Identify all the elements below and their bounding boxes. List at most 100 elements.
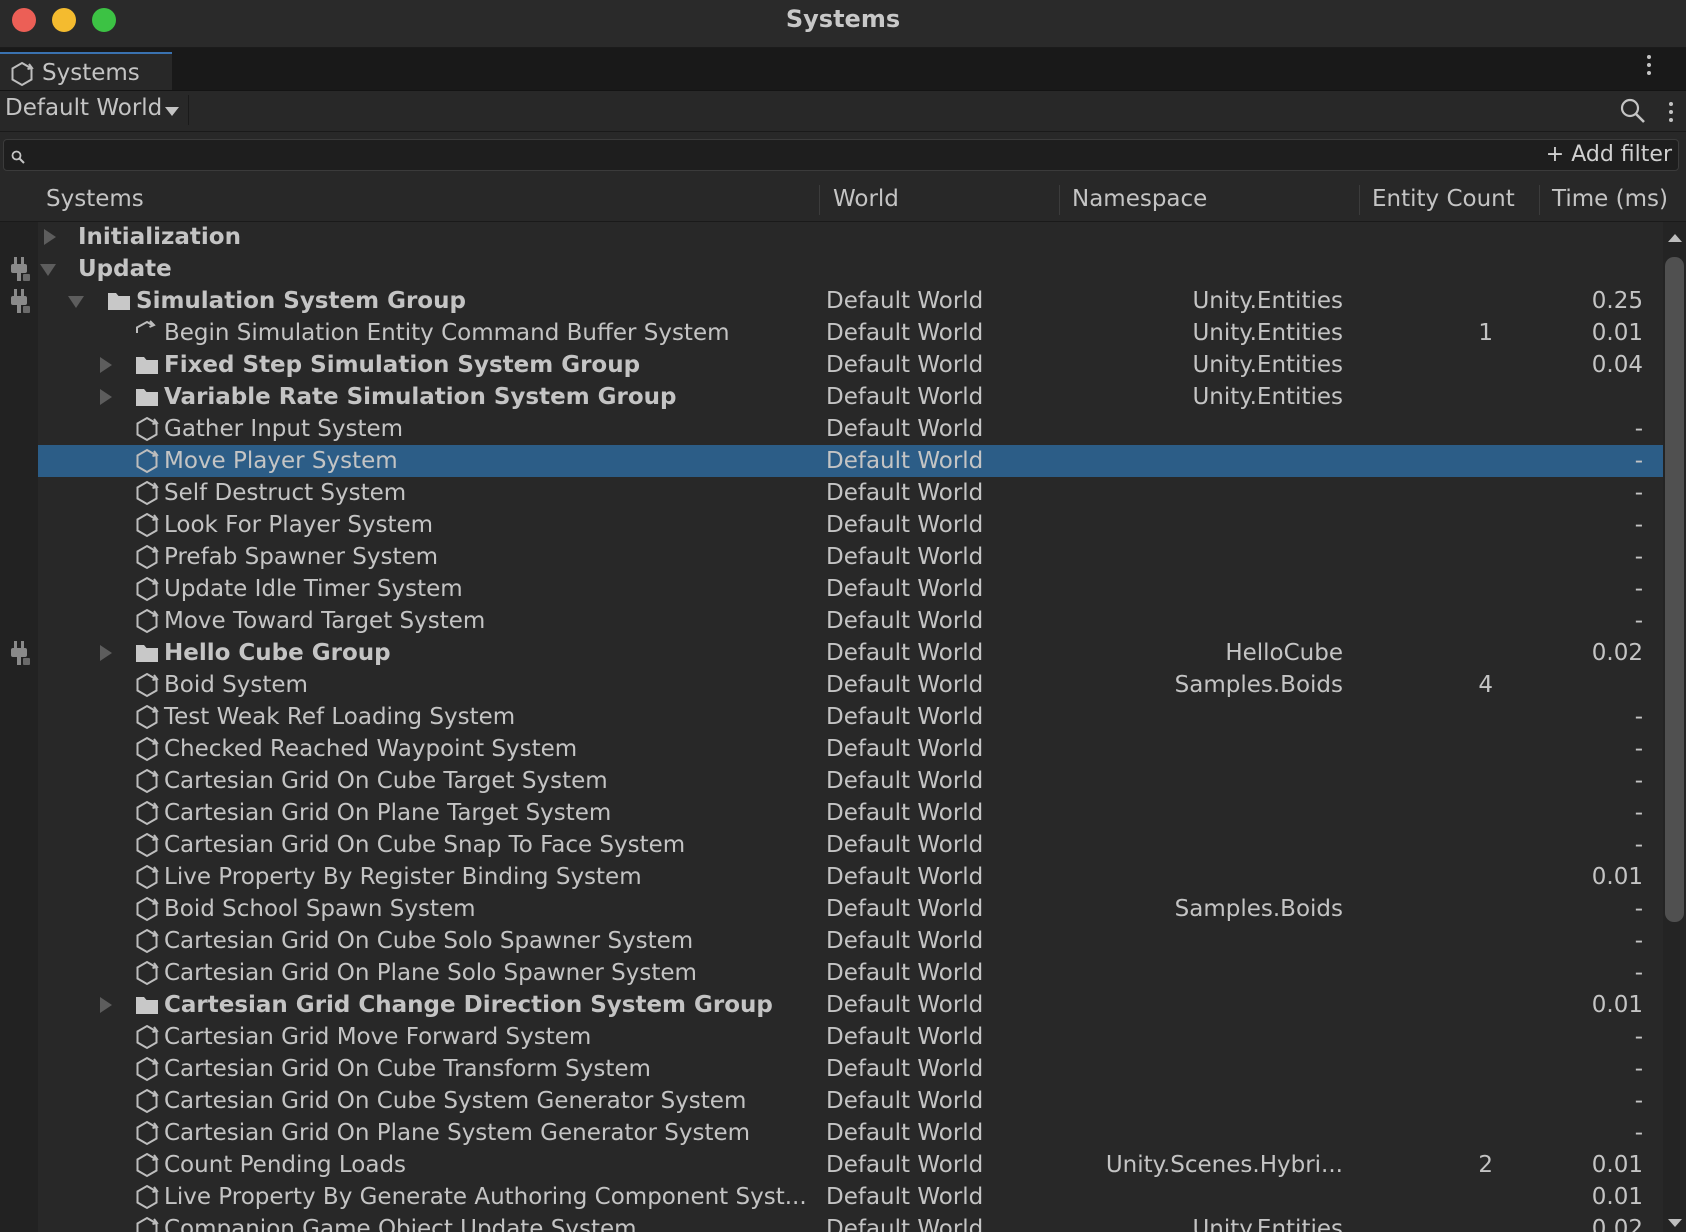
tree-row[interactable]: Live Property By Register Binding System… [38,861,1663,893]
world-cell: Default World [826,480,984,506]
tree-row[interactable]: Cartesian Grid Change Direction System G… [38,989,1663,1021]
column-divider[interactable] [819,185,820,215]
search-filter-field[interactable]: + Add filter [3,139,1679,171]
tree-row[interactable]: Hello Cube Group Default World HelloCube 0.… [38,637,1663,669]
systems-window: Systems Systems Default World + Add filt… [0,0,1686,1232]
world-cell: Default World [826,736,984,762]
plug-icon[interactable] [10,289,30,319]
world-cell: Default World [826,896,984,922]
time-cell: 0.04 [1591,352,1643,378]
tree-row[interactable]: Cartesian Grid On Cube Snap To Face Syst… [38,829,1663,861]
system-cycle-icon [134,1184,160,1210]
system-cycle-icon [134,672,160,698]
system-name: Prefab Spawner System [164,544,439,570]
expand-arrow-right-icon[interactable] [96,637,114,669]
scroll-up-icon[interactable] [1668,234,1682,242]
tree-row[interactable]: Update Idle Timer System Default World - [38,573,1663,605]
tree-row[interactable]: Initialization [38,221,1663,253]
column-divider[interactable] [1059,185,1060,215]
vertical-scrollbar[interactable] [1663,222,1686,1232]
toolbar-menu-kebab-icon[interactable] [1669,102,1673,122]
system-name: Cartesian Grid On Plane Solo Spawner Sys… [164,960,697,986]
tree-row[interactable]: Move Toward Target System Default World - [38,605,1663,637]
search-icon[interactable] [1619,97,1647,129]
expand-arrow-down-icon[interactable] [40,253,58,285]
expand-arrow-right-icon[interactable] [96,349,114,381]
system-cycle-icon [134,1152,160,1178]
tree-row[interactable]: Cartesian Grid On Cube Transform System D… [38,1053,1663,1085]
tree-row[interactable]: Begin Simulation Entity Command Buffer S… [38,317,1663,349]
system-name: Checked Reached Waypoint System [164,736,578,762]
time-cell: - [1634,736,1643,762]
time-cell: - [1634,832,1643,858]
expand-arrow-right-icon[interactable] [40,221,58,253]
tab-menu-kebab-icon[interactable] [1647,55,1651,75]
world-cell: Default World [826,1088,984,1114]
time-cell: 0.02 [1591,640,1643,666]
system-cycle-icon [134,544,160,570]
tree-row[interactable]: Self Destruct System Default World - [38,477,1663,509]
time-cell: 0.25 [1591,288,1643,314]
tree-row[interactable]: Variable Rate Simulation System Group Def… [38,381,1663,413]
time-cell: - [1634,800,1643,826]
expand-arrow-right-icon[interactable] [96,381,114,413]
column-header-entity-count[interactable]: Entity Count [1372,186,1515,212]
tree-row[interactable]: Simulation System Group Default World Unit… [38,285,1663,317]
tree-row-selected[interactable]: Move Player System Default World - [38,445,1663,477]
tree-row[interactable]: Test Weak Ref Loading System Default Worl… [38,701,1663,733]
world-cell: Default World [826,512,984,538]
column-divider[interactable] [1359,185,1360,215]
tree-row[interactable]: Cartesian Grid On Cube Solo Spawner Syst… [38,925,1663,957]
tree-row[interactable]: Checked Reached Waypoint System Default W… [38,733,1663,765]
time-cell: - [1634,448,1643,474]
plug-icon[interactable] [10,641,30,671]
scrollbar-thumb[interactable] [1665,257,1684,922]
scroll-down-icon[interactable] [1668,1219,1682,1227]
window-title: Systems [785,5,901,33]
column-header-world[interactable]: World [833,186,899,212]
column-header-systems[interactable]: Systems [46,186,144,212]
system-name: Cartesian Grid On Cube Transform System [164,1056,651,1082]
tree-row[interactable]: Cartesian Grid On Plane Solo Spawner Sys… [38,957,1663,989]
tree-row[interactable]: Boid School Spawn System Default World Sam… [38,893,1663,925]
tree-row[interactable]: Gather Input System Default World - [38,413,1663,445]
tree-row[interactable]: Update [38,253,1663,285]
title-bar: Systems [0,0,1686,48]
tree-row[interactable]: Companion Game Object Update System Defau… [38,1213,1663,1232]
world-cell: Default World [826,928,984,954]
world-cell: Default World [826,1184,984,1210]
system-cycle-icon [134,768,160,794]
plug-icon[interactable] [10,257,30,287]
column-header-row: Systems World Namespace Entity Count Tim… [0,180,1686,222]
world-cell: Default World [826,448,984,474]
tree-row[interactable]: Count Pending Loads Default World Unity.Sc… [38,1149,1663,1181]
tree-row[interactable]: Cartesian Grid Move Forward System Defaul… [38,1021,1663,1053]
column-divider[interactable] [1539,185,1540,215]
world-cell: Default World [826,992,984,1018]
tab-systems[interactable]: Systems [0,52,172,90]
tree-row[interactable]: Fixed Step Simulation System Group Defaul… [38,349,1663,381]
tree-row[interactable]: Boid System Default World Samples.Boids 4 [38,669,1663,701]
add-filter-button[interactable]: + Add filter [1546,142,1672,167]
world-cell: Default World [826,320,984,346]
expand-arrow-right-icon[interactable] [96,989,114,1021]
tree-row[interactable]: Cartesian Grid On Plane System Generator… [38,1117,1663,1149]
system-name: Cartesian Grid Move Forward System [164,1024,592,1050]
tree-row[interactable]: Look For Player System Default World - [38,509,1663,541]
column-header-namespace[interactable]: Namespace [1072,186,1207,212]
world-cell: Default World [826,704,984,730]
entity-count-cell: 1 [1478,320,1493,346]
world-selector-dropdown[interactable]: Default World [5,95,162,121]
namespace-cell: Samples.Boids [1174,896,1343,922]
tree-row[interactable]: Live Property By Generate Authoring Comp… [38,1181,1663,1213]
tree-row[interactable]: Prefab Spawner System Default World - [38,541,1663,573]
expand-arrow-down-icon[interactable] [68,285,86,317]
system-name: Hello Cube Group [164,640,391,666]
systems-tree: Initialization Update Simulation System Gr… [38,221,1663,1232]
tree-row[interactable]: Cartesian Grid On Cube Target System Defa… [38,765,1663,797]
tree-row[interactable]: Cartesian Grid On Cube System Generator … [38,1085,1663,1117]
world-cell: Default World [826,768,984,794]
column-header-time[interactable]: Time (ms) [1552,186,1668,212]
tree-row[interactable]: Cartesian Grid On Plane Target System Def… [38,797,1663,829]
system-name: Move Player System [164,448,398,474]
